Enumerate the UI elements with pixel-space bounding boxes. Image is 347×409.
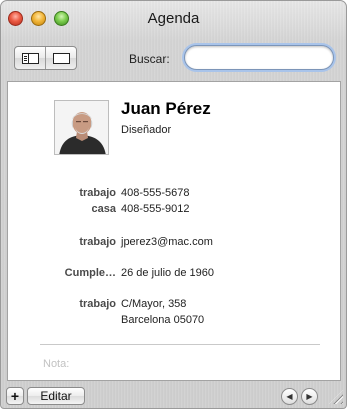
bottom-bar: + Editar ◀ ▶ bbox=[1, 381, 346, 408]
field-label[interactable]: Cumple… bbox=[6, 266, 116, 281]
add-contact-button[interactable]: + bbox=[6, 387, 24, 405]
resize-grip-icon[interactable] bbox=[329, 390, 343, 404]
contact-name: Juan Pérez bbox=[121, 99, 211, 118]
title-bar[interactable]: Agenda bbox=[1, 1, 346, 39]
card-view-icon bbox=[52, 52, 70, 64]
contact-card: Juan Pérez Diseñador trabajo 408-555-567… bbox=[7, 81, 341, 381]
chevron-right-icon: ▶ bbox=[306, 392, 313, 401]
address-book-window: Agenda Buscar: Juan Pérez Diseñador trab… bbox=[0, 0, 347, 409]
person-photo-icon bbox=[55, 101, 108, 154]
field-value[interactable]: Barcelona 05070 bbox=[121, 313, 204, 328]
field-label[interactable]: trabajo bbox=[6, 235, 116, 250]
search-label: Buscar: bbox=[129, 52, 170, 66]
columns-view-button[interactable] bbox=[15, 47, 45, 69]
contact-photo[interactable] bbox=[54, 100, 109, 155]
field-value[interactable]: 408-555-9012 bbox=[121, 202, 190, 217]
edit-button[interactable]: Editar bbox=[27, 387, 85, 405]
field-label[interactable]: casa bbox=[6, 202, 116, 217]
field-label[interactable]: trabajo bbox=[6, 186, 116, 201]
next-card-button[interactable]: ▶ bbox=[301, 388, 318, 405]
search-input[interactable] bbox=[184, 45, 334, 70]
field-value[interactable]: 26 de julio de 1960 bbox=[121, 266, 214, 281]
window-title: Agenda bbox=[147, 10, 200, 27]
note-field[interactable]: Nota: bbox=[43, 358, 69, 370]
field-label[interactable]: trabajo bbox=[6, 297, 116, 312]
card-view-button[interactable] bbox=[45, 47, 76, 69]
chevron-left-icon: ◀ bbox=[286, 392, 293, 401]
field-value[interactable]: 408-555-5678 bbox=[121, 186, 190, 201]
field-value[interactable]: C/Mayor, 358 bbox=[121, 297, 186, 312]
view-switcher bbox=[14, 46, 77, 70]
previous-card-button[interactable]: ◀ bbox=[281, 388, 298, 405]
field-value[interactable]: jperez3@mac.com bbox=[121, 235, 213, 250]
columns-view-icon bbox=[21, 52, 39, 64]
contact-job-title: Diseñador bbox=[121, 124, 172, 136]
divider bbox=[40, 344, 320, 345]
